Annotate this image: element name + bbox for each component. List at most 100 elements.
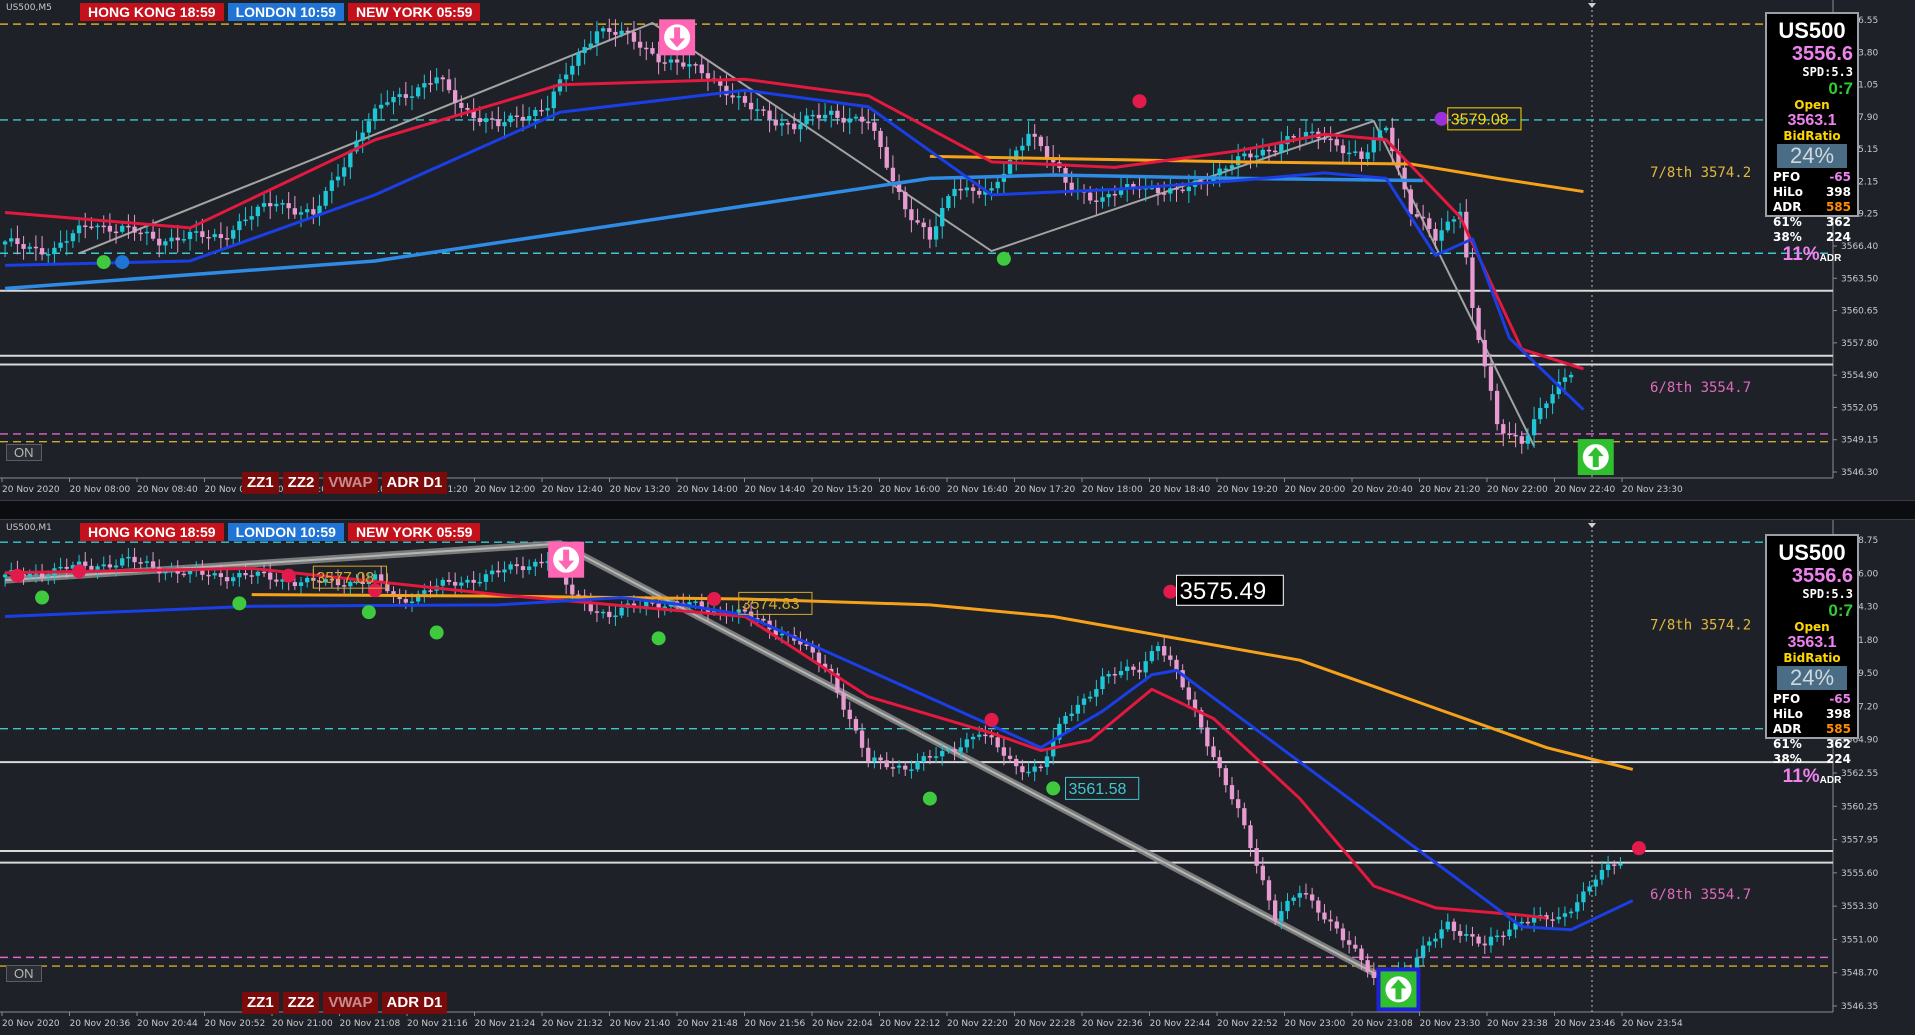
info-row-61: 61% 362 bbox=[1767, 737, 1857, 752]
m5-chart-svg[interactable]: 3586.553583.803581.053577.903575.153572.… bbox=[0, 0, 1915, 500]
zigzag-dot bbox=[707, 592, 722, 607]
x-tick-label: 20 Nov 22:36 bbox=[1082, 1019, 1143, 1029]
candle-body bbox=[1346, 940, 1352, 945]
info-row-value: -65 bbox=[1829, 170, 1851, 184]
candle-body bbox=[181, 239, 187, 241]
candle-body bbox=[1100, 197, 1105, 202]
y-tick-label: 3546.30 bbox=[1841, 468, 1878, 478]
candle-body bbox=[594, 611, 600, 613]
on-toggle-button[interactable]: ON bbox=[6, 444, 42, 461]
candle-body bbox=[1420, 216, 1426, 219]
candle-body bbox=[1168, 188, 1173, 194]
adr-d1-button[interactable]: ADR D1 bbox=[381, 992, 448, 1014]
candle-body bbox=[113, 231, 119, 234]
candle-body bbox=[946, 196, 951, 208]
candle-body bbox=[261, 203, 267, 207]
candle-body bbox=[1439, 230, 1444, 241]
murrey-level-label: 7/8th 3574.2 bbox=[1650, 165, 1751, 181]
info-bidratio-value: 24% bbox=[1777, 144, 1847, 168]
vwap-button[interactable]: VWAP bbox=[323, 472, 378, 494]
candle-body bbox=[508, 115, 513, 123]
candle-body bbox=[76, 225, 82, 234]
candle-body bbox=[169, 237, 174, 242]
price-tag-text: 3575.49 bbox=[1180, 578, 1267, 605]
info-spread: SPD:5.3 bbox=[1802, 587, 1853, 601]
candle-body bbox=[687, 64, 692, 67]
candle-body bbox=[551, 91, 556, 109]
candle-body bbox=[2, 574, 8, 578]
y-tick-label: 3554.90 bbox=[1841, 371, 1878, 381]
vwap-button[interactable]: VWAP bbox=[323, 992, 378, 1014]
candle-body bbox=[1112, 673, 1118, 676]
candle-body bbox=[138, 562, 143, 564]
zz1-button[interactable]: ZZ1 bbox=[242, 472, 279, 494]
y-tick-label: 3555.60 bbox=[1841, 869, 1878, 879]
candle-body bbox=[1063, 715, 1068, 724]
candle-body bbox=[113, 565, 119, 568]
info-adr-percent: 11%ADR bbox=[1767, 245, 1857, 265]
candle-body bbox=[1322, 138, 1327, 140]
candle-body bbox=[1291, 897, 1296, 901]
candle-body bbox=[1322, 912, 1327, 920]
candle-body bbox=[1353, 151, 1358, 153]
y-tick-label: 3563.50 bbox=[1841, 274, 1878, 284]
candle-body bbox=[58, 566, 63, 569]
candle-body bbox=[144, 231, 150, 234]
candle-body bbox=[237, 221, 242, 231]
candle-body bbox=[761, 109, 766, 111]
zz1-button[interactable]: ZZ1 bbox=[242, 992, 279, 1014]
candle-body bbox=[1026, 771, 1031, 774]
candle-body bbox=[1088, 696, 1093, 699]
m5-chart-pane[interactable]: 3586.55 3583.80 3581.05 3577.90 3575.15 3572.… bbox=[0, 0, 1915, 500]
candle-body bbox=[693, 601, 698, 603]
x-tick-label: 20 Nov 20:36 bbox=[70, 1019, 131, 1029]
adr-d1-button[interactable]: ADR D1 bbox=[381, 472, 448, 494]
candle-body bbox=[520, 116, 526, 121]
x-tick-label: 20 Nov 15:20 bbox=[812, 485, 873, 495]
murrey-level-label: 6/8th 3554.7 bbox=[1650, 380, 1751, 396]
candle-body bbox=[1020, 766, 1025, 773]
zigzag-dot bbox=[35, 590, 50, 605]
candle-body bbox=[305, 209, 310, 213]
candle-body bbox=[298, 212, 304, 215]
indicator-buttons: ZZ1 ZZ2 VWAP ADR D1 bbox=[242, 472, 448, 494]
candle-body bbox=[360, 132, 365, 141]
candle-body bbox=[101, 225, 106, 228]
candle-body bbox=[526, 116, 532, 121]
candle-body bbox=[1433, 938, 1438, 942]
candle-body bbox=[39, 248, 45, 255]
candle-body bbox=[1402, 167, 1407, 190]
candle-body bbox=[1174, 659, 1179, 671]
candle-body bbox=[539, 561, 544, 564]
info-price: 3556.6 bbox=[1791, 565, 1853, 587]
candle-body bbox=[644, 47, 649, 50]
zigzag-dot bbox=[96, 255, 111, 270]
pane-divider[interactable] bbox=[0, 500, 1915, 520]
candle-body bbox=[1044, 756, 1050, 768]
zigzag-dot bbox=[361, 605, 376, 620]
candle-body bbox=[631, 32, 637, 42]
candle-body bbox=[366, 121, 371, 133]
zigzag-dot bbox=[1163, 584, 1178, 599]
candle-body bbox=[933, 226, 939, 240]
candle-body bbox=[1279, 144, 1284, 152]
candle-body bbox=[940, 750, 945, 757]
m1-chart-pane[interactable]: 3578.75 3576.00 3574.30 3571.80 3569.50 3567.… bbox=[0, 520, 1915, 1035]
candle-body bbox=[921, 756, 926, 762]
candle-body bbox=[212, 234, 217, 238]
x-tick-label: 20 Nov 18:00 bbox=[1082, 485, 1143, 495]
candle-body bbox=[866, 747, 871, 762]
session-hong-kong: HONG KONG 18:59 bbox=[80, 523, 224, 541]
candle-body bbox=[231, 230, 236, 239]
zz2-button[interactable]: ZZ2 bbox=[282, 472, 320, 494]
x-tick-label: 20 Nov 22:28 bbox=[1015, 1019, 1076, 1029]
m1-chart-svg[interactable]: 3578.753576.003574.303571.803569.503567.… bbox=[0, 520, 1915, 1035]
candle-body bbox=[1538, 408, 1543, 420]
candle-body bbox=[705, 73, 711, 79]
candle-body bbox=[1069, 713, 1074, 716]
candle-body bbox=[372, 108, 378, 122]
on-toggle-button[interactable]: ON bbox=[6, 965, 42, 982]
candle-body bbox=[446, 79, 452, 91]
candle-body bbox=[520, 566, 526, 571]
zz2-button[interactable]: ZZ2 bbox=[282, 992, 320, 1014]
